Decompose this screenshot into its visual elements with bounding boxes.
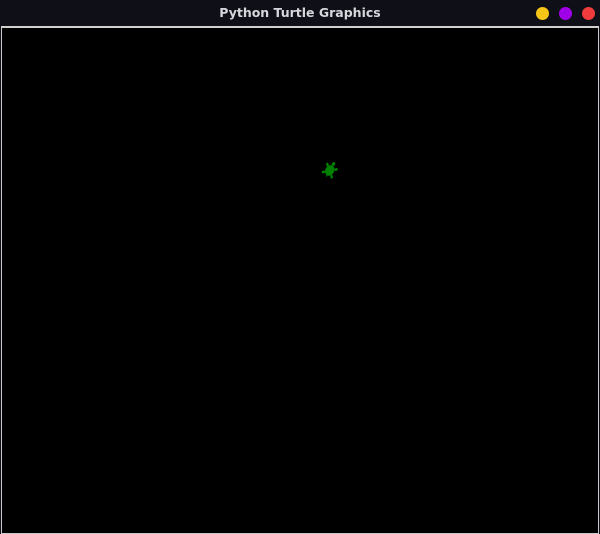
turtle-canvas[interactable] — [4, 30, 596, 531]
window-title: Python Turtle Graphics — [219, 5, 381, 20]
close-button[interactable] — [582, 7, 595, 20]
maximize-button[interactable] — [559, 7, 572, 20]
turtle-canvas-frame — [1, 26, 599, 534]
turtle-icon — [321, 162, 338, 179]
title-bar: Python Turtle Graphics — [0, 0, 600, 26]
minimize-button[interactable] — [536, 7, 549, 20]
